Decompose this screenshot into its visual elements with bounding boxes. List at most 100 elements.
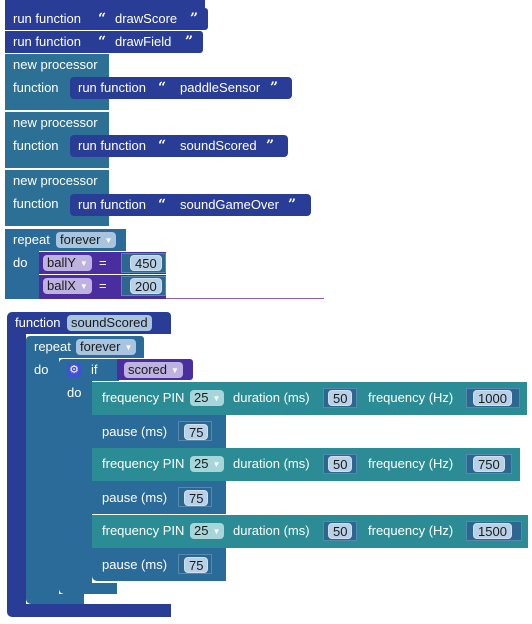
run-function-label: run function xyxy=(13,34,81,49)
repeat-label: repeat xyxy=(13,232,50,247)
variable-dropdown[interactable]: scored ▼ xyxy=(124,362,183,378)
duration-input[interactable]: 50 xyxy=(328,390,353,406)
variable-name: scored xyxy=(128,362,168,377)
run-function-block-drawScore[interactable]: run function “ drawScore ” xyxy=(5,8,208,30)
open-quote-icon: “ xyxy=(98,11,107,27)
pin-dropdown[interactable]: 25 ▼ xyxy=(190,523,225,539)
dropdown-arrow-icon: ▼ xyxy=(212,527,221,536)
open-quote-icon: “ xyxy=(158,80,167,96)
repeat-mode-value: forever xyxy=(60,232,101,247)
repeat-forever-block[interactable]: repeat forever ▼ xyxy=(5,229,126,251)
variable-name: ballX xyxy=(47,278,76,293)
close-quote-icon: ” xyxy=(266,138,275,154)
function-name-text[interactable]: drawScore xyxy=(115,11,177,27)
variable-dropdown[interactable]: ballY ▼ xyxy=(43,255,92,271)
pin-dropdown[interactable]: 25 ▼ xyxy=(190,390,225,406)
function-name-field[interactable]: soundScored xyxy=(67,315,152,331)
open-quote-icon: “ xyxy=(98,34,107,50)
frequency-block-2[interactable]: frequency PIN 25 ▼ duration (ms) 50 frequ… xyxy=(92,448,520,481)
dropdown-arrow-icon: ▼ xyxy=(212,394,221,403)
pause-label: pause (ms) xyxy=(102,490,168,505)
open-quote-icon: “ xyxy=(158,138,167,154)
do-label: do xyxy=(34,362,49,377)
frequency-input[interactable]: 750 xyxy=(473,456,505,472)
function-label: function xyxy=(13,80,59,95)
pin-value: 25 xyxy=(194,390,209,405)
dropdown-arrow-icon: ▼ xyxy=(79,282,88,291)
pause-block-2[interactable]: pause (ms) 75 xyxy=(92,481,226,514)
run-function-label: run function xyxy=(78,197,146,212)
set-variable-block-ballY[interactable]: ballY ▼ = 450 xyxy=(39,252,166,274)
function-definition-block[interactable]: function soundScored xyxy=(7,312,171,334)
new-processor-label: new processor xyxy=(13,57,98,72)
set-variable-block-ballX[interactable]: ballX ▼ = 200 xyxy=(39,275,166,299)
equals-label: = xyxy=(99,255,107,270)
dropdown-arrow-icon: ▼ xyxy=(212,460,221,469)
repeat-label: repeat xyxy=(34,339,71,354)
duration-label: duration (ms) xyxy=(233,456,310,471)
frequency-block-3[interactable]: frequency PIN 25 ▼ duration (ms) 50 frequ… xyxy=(92,515,528,548)
dropdown-arrow-icon: ▼ xyxy=(124,343,133,352)
repeat-mode-dropdown[interactable]: forever ▼ xyxy=(76,339,137,355)
run-function-block-soundGameOver[interactable]: run function “ soundGameOver ” xyxy=(70,194,311,216)
frequency-input[interactable]: 1500 xyxy=(473,523,512,539)
do-label: do xyxy=(13,255,28,270)
repeat-mode-dropdown[interactable]: forever ▼ xyxy=(56,232,117,248)
close-quote-icon: ” xyxy=(190,11,199,27)
function-label: function xyxy=(15,315,61,330)
function-name-text[interactable]: soundGameOver xyxy=(180,197,279,213)
frequency-input[interactable]: 1000 xyxy=(473,390,512,406)
repeat-do-arm: do xyxy=(26,358,59,594)
frequency-hz-label: frequency (Hz) xyxy=(368,523,454,538)
if-label: if xyxy=(91,362,98,377)
frequency-block-1[interactable]: frequency PIN 25 ▼ duration (ms) 50 frequ… xyxy=(92,382,527,415)
close-quote-icon: ” xyxy=(185,34,194,50)
pause-block-1[interactable]: pause (ms) 75 xyxy=(92,415,226,448)
gear-icon[interactable]: ⚙ xyxy=(67,363,81,377)
variable-getter-scored[interactable]: scored ▼ xyxy=(117,359,193,380)
pause-block-3[interactable]: pause (ms) 75 xyxy=(92,548,226,581)
number-input[interactable]: 200 xyxy=(130,278,162,294)
variable-dropdown[interactable]: ballX ▼ xyxy=(43,278,92,294)
if-block[interactable]: ⚙ if xyxy=(59,359,119,381)
run-function-block-soundScored[interactable]: run function “ soundScored ” xyxy=(70,135,288,157)
pin-dropdown[interactable]: 25 ▼ xyxy=(190,456,225,472)
frequency-pin-label: frequency PIN xyxy=(102,523,185,538)
frequency-hz-label: frequency (Hz) xyxy=(368,456,454,471)
if-do-arm: do xyxy=(59,381,92,583)
connection-line xyxy=(166,298,324,299)
pin-value: 25 xyxy=(194,456,209,471)
repeat-forever-block[interactable]: repeat forever ▼ xyxy=(26,336,144,358)
run-function-label: run function xyxy=(78,138,146,153)
duration-input[interactable]: 50 xyxy=(328,456,353,472)
function-footer xyxy=(7,604,171,617)
run-function-block-paddleSensor[interactable]: run function “ paddleSensor ” xyxy=(70,77,292,99)
pause-input[interactable]: 75 xyxy=(184,424,209,440)
function-name-text[interactable]: soundScored xyxy=(180,138,257,154)
function-name-text[interactable]: drawField xyxy=(115,34,171,50)
pause-label: pause (ms) xyxy=(102,424,168,439)
dropdown-arrow-icon: ▼ xyxy=(79,259,88,268)
close-quote-icon: ” xyxy=(270,80,279,96)
run-function-block-drawField[interactable]: run function “ drawField ” xyxy=(5,31,203,53)
function-body-arm xyxy=(7,334,26,604)
number-input[interactable]: 450 xyxy=(130,255,162,271)
run-function-label: run function xyxy=(13,11,81,26)
function-name-text[interactable]: paddleSensor xyxy=(180,80,260,96)
frequency-hz-label: frequency (Hz) xyxy=(368,390,454,405)
duration-label: duration (ms) xyxy=(233,390,310,405)
close-quote-icon: ” xyxy=(288,197,297,213)
repeat-do-arm: do xyxy=(5,251,39,299)
dropdown-arrow-icon: ▼ xyxy=(171,366,179,375)
duration-label: duration (ms) xyxy=(233,523,310,538)
dropdown-arrow-icon: ▼ xyxy=(104,236,113,245)
pause-input[interactable]: 75 xyxy=(184,490,209,506)
frequency-pin-label: frequency PIN xyxy=(102,456,185,471)
function-label: function xyxy=(13,196,59,211)
duration-input[interactable]: 50 xyxy=(328,523,353,539)
pause-input[interactable]: 75 xyxy=(184,557,209,573)
do-label: do xyxy=(67,385,82,400)
pin-value: 25 xyxy=(194,523,209,538)
open-quote-icon: “ xyxy=(158,197,167,213)
variable-name: ballY xyxy=(47,255,76,270)
